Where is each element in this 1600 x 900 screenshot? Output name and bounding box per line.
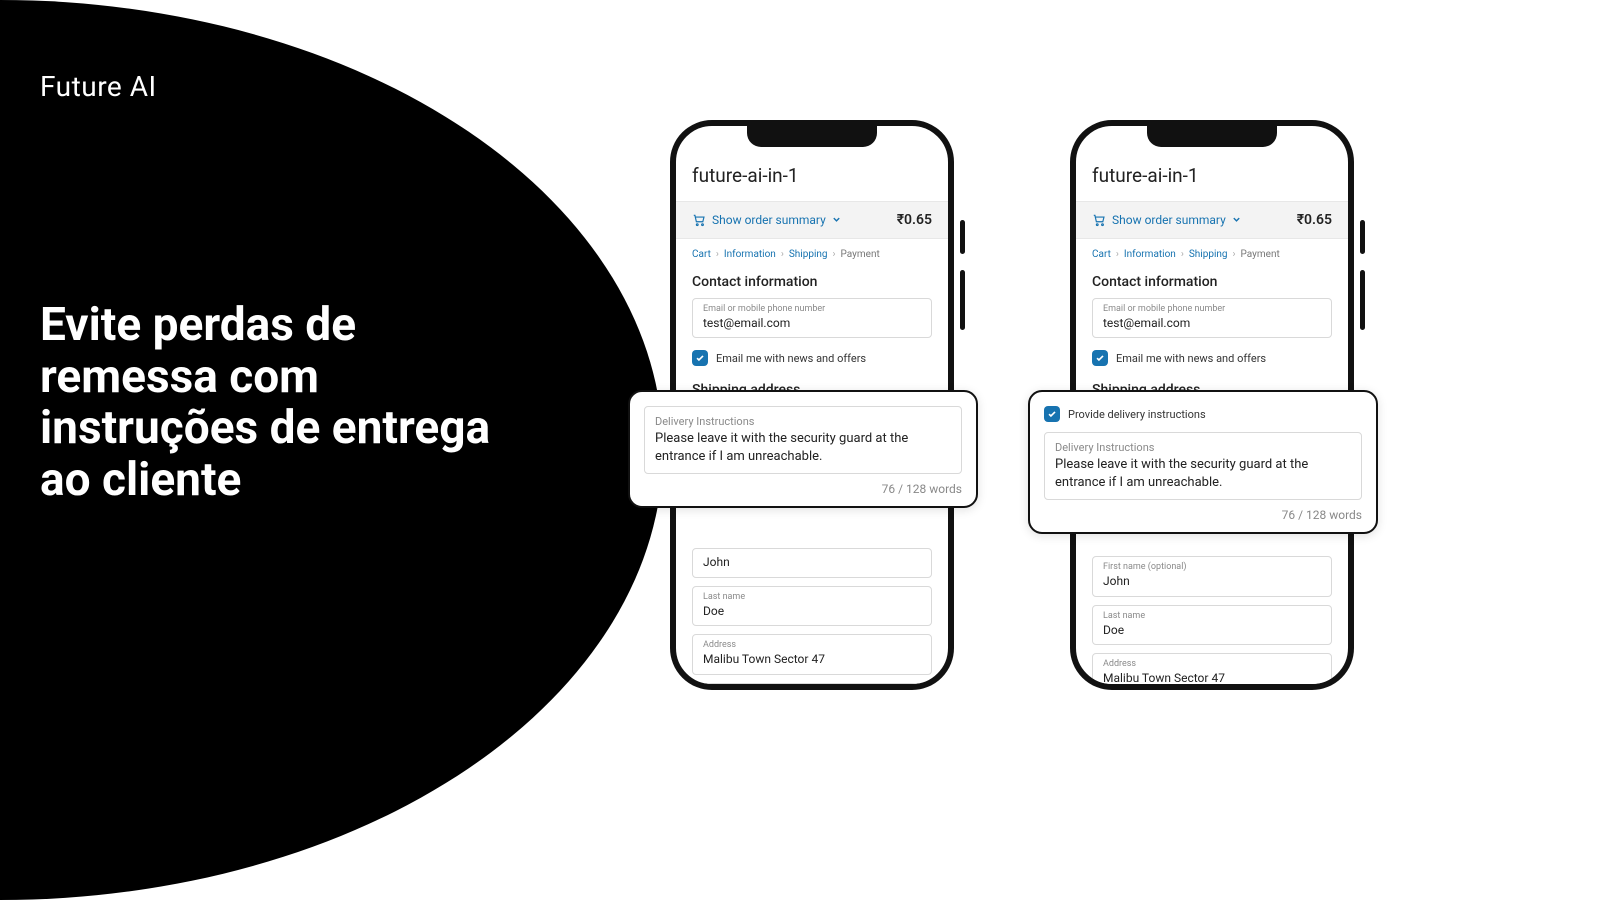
chevron-right-icon: ›	[833, 249, 836, 260]
delivery-instructions-text: Please leave it with the security guard …	[655, 430, 951, 465]
phones-container: future-ai-in-1 Show order summary ₹0.65	[650, 120, 1580, 720]
crumb-information[interactable]: Information	[1124, 249, 1176, 260]
newsletter-label: Email me with news and offers	[716, 352, 866, 365]
order-summary-bar[interactable]: Show order summary ₹0.65	[676, 201, 948, 239]
chevron-down-icon	[832, 213, 841, 227]
provide-delivery-label: Provide delivery instructions	[1068, 408, 1206, 421]
delivery-instructions-popup: Provide delivery instructions Delivery I…	[1028, 390, 1378, 534]
delivery-instructions-textarea[interactable]: Delivery Instructions Please leave it wi…	[1044, 432, 1362, 500]
apartment-label: Apartment, suite, etc. (optional)	[703, 689, 921, 690]
first-name-field[interactable]: John	[692, 548, 932, 578]
word-counter: 76 / 128 words	[1044, 508, 1362, 522]
last-name-label: Last name	[1103, 611, 1321, 622]
chevron-right-icon: ›	[781, 249, 784, 260]
contact-info-heading: Contact information	[1076, 268, 1348, 298]
last-name-field[interactable]: Last name Doe	[1092, 605, 1332, 645]
chevron-right-icon: ›	[1181, 249, 1184, 260]
checkbox-checked-icon	[1092, 350, 1108, 366]
crumb-payment: Payment	[1241, 249, 1280, 260]
last-name-field[interactable]: Last name Doe	[692, 586, 932, 626]
shop-title: future-ai-in-1	[1076, 154, 1348, 201]
stage: Future AI Evite perdas de remessa com in…	[0, 0, 1600, 900]
first-name-value: John	[703, 555, 921, 571]
delivery-instructions-text: Please leave it with the security guard …	[1055, 456, 1351, 491]
chevron-right-icon: ›	[1116, 249, 1119, 260]
delivery-instructions-label: Delivery Instructions	[1055, 441, 1351, 454]
email-field-label: Email or mobile phone number	[703, 304, 921, 315]
address-field[interactable]: Address Malibu Town Sector 47	[1092, 653, 1332, 690]
newsletter-checkbox-row[interactable]: Email me with news and offers	[1076, 346, 1348, 376]
breadcrumb: Cart › Information › Shipping › Payment	[1076, 239, 1348, 268]
breadcrumb: Cart › Information › Shipping › Payment	[676, 239, 948, 268]
crumb-cart[interactable]: Cart	[692, 249, 711, 260]
email-field-value: test@email.com	[1103, 316, 1321, 332]
checkbox-checked-icon	[692, 350, 708, 366]
delivery-instructions-label: Delivery Instructions	[655, 415, 951, 428]
address-label: Address	[1103, 659, 1321, 670]
last-name-value: Doe	[703, 604, 921, 620]
crumb-shipping[interactable]: Shipping	[1189, 249, 1228, 260]
shop-title: future-ai-in-1	[676, 154, 948, 201]
phone-mock-1: future-ai-in-1 Show order summary ₹0.65	[670, 120, 954, 690]
crumb-payment: Payment	[841, 249, 880, 260]
provide-delivery-checkbox-row[interactable]: Provide delivery instructions	[1044, 406, 1362, 432]
order-summary-bar[interactable]: Show order summary ₹0.65	[1076, 201, 1348, 239]
chevron-right-icon: ›	[1233, 249, 1236, 260]
order-price: ₹0.65	[897, 212, 932, 228]
crumb-shipping[interactable]: Shipping	[789, 249, 828, 260]
phone-side-button	[1360, 270, 1365, 330]
order-price: ₹0.65	[1297, 212, 1332, 228]
address-label: Address	[703, 640, 921, 651]
first-name-field[interactable]: First name (optional) John	[1092, 556, 1332, 596]
phone-side-button	[1360, 220, 1365, 254]
email-field[interactable]: Email or mobile phone number test@email.…	[1092, 298, 1332, 338]
email-field-label: Email or mobile phone number	[1103, 304, 1321, 315]
apartment-field[interactable]: Apartment, suite, etc. (optional)	[692, 683, 932, 690]
first-name-label: First name (optional)	[1103, 562, 1321, 573]
address-field[interactable]: Address Malibu Town Sector 47	[692, 634, 932, 674]
delivery-instructions-popup: Delivery Instructions Please leave it wi…	[628, 390, 978, 508]
newsletter-checkbox-row[interactable]: Email me with news and offers	[676, 346, 948, 376]
cart-icon	[692, 213, 706, 227]
email-field-value: test@email.com	[703, 316, 921, 332]
cart-icon	[1092, 213, 1106, 227]
email-field[interactable]: Email or mobile phone number test@email.…	[692, 298, 932, 338]
word-counter: 76 / 128 words	[644, 482, 962, 496]
crumb-information[interactable]: Information	[724, 249, 776, 260]
address-value: Malibu Town Sector 47	[1103, 671, 1321, 687]
delivery-instructions-textarea[interactable]: Delivery Instructions Please leave it wi…	[644, 406, 962, 474]
order-summary-label: Show order summary	[1112, 213, 1226, 227]
brand-title: Future AI	[40, 70, 157, 103]
checkbox-checked-icon	[1044, 406, 1060, 422]
address-value: Malibu Town Sector 47	[703, 652, 921, 668]
newsletter-label: Email me with news and offers	[1116, 352, 1266, 365]
chevron-right-icon: ›	[716, 249, 719, 260]
phone-side-button	[960, 270, 965, 330]
order-summary-label: Show order summary	[712, 213, 826, 227]
crumb-cart[interactable]: Cart	[1092, 249, 1111, 260]
contact-info-heading: Contact information	[676, 268, 948, 298]
phone-side-button	[960, 220, 965, 254]
last-name-value: Doe	[1103, 623, 1321, 639]
chevron-down-icon	[1232, 213, 1241, 227]
phone-mock-2: future-ai-in-1 Show order summary ₹0.65	[1070, 120, 1354, 690]
hero-headline: Evite perdas de remessa com instruções d…	[40, 300, 500, 506]
last-name-label: Last name	[703, 592, 921, 603]
first-name-value: John	[1103, 574, 1321, 590]
